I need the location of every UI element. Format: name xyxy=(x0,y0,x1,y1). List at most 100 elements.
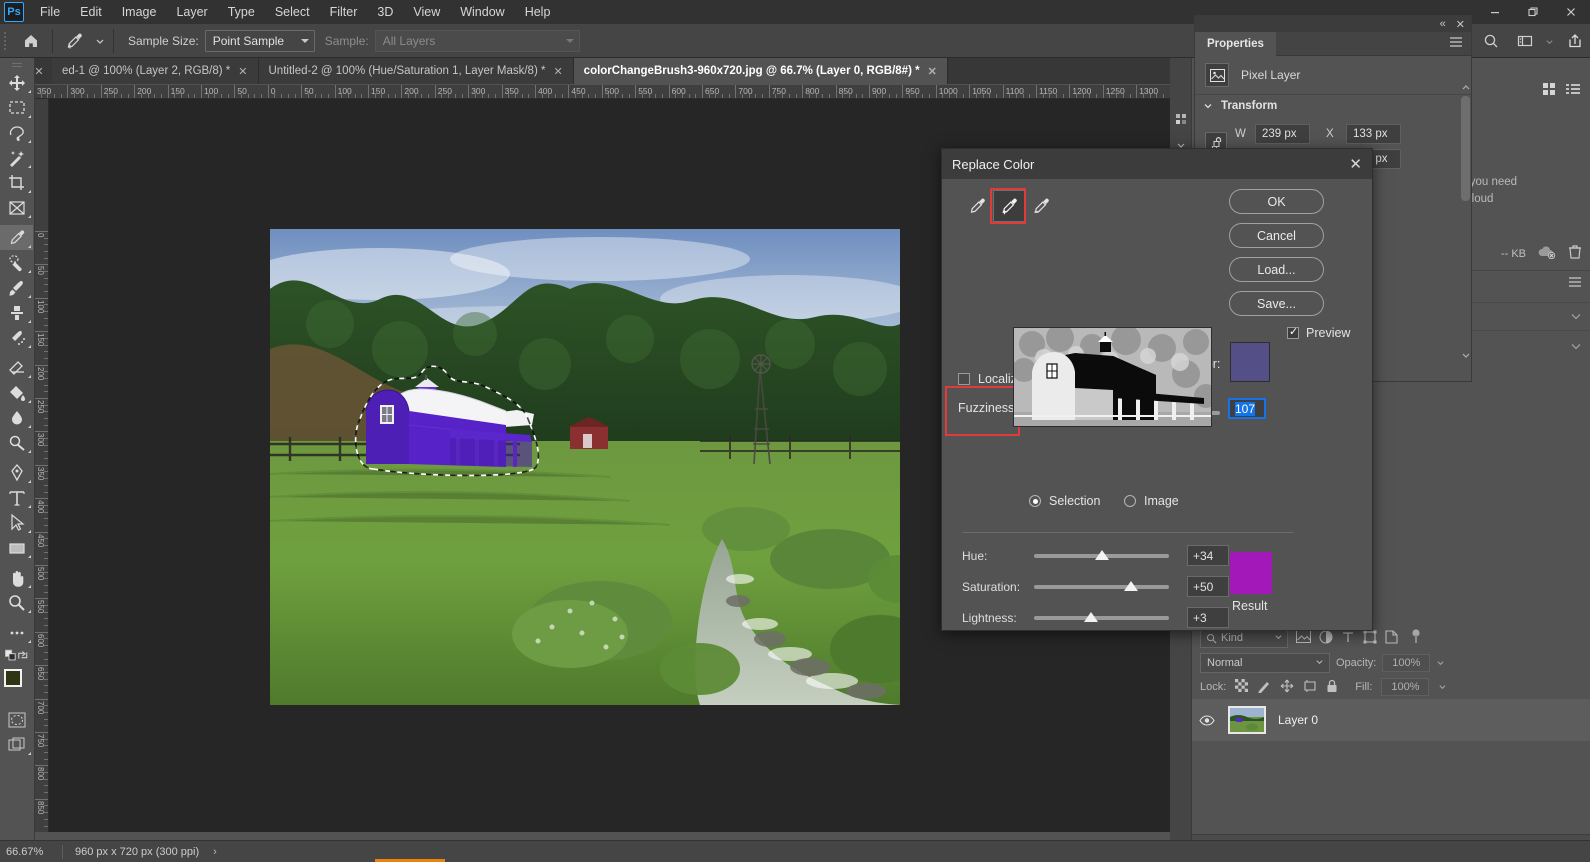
dialog-titlebar[interactable]: Replace Color ✕ xyxy=(942,149,1372,179)
mask-preview-thumbnail[interactable] xyxy=(1013,327,1212,427)
eraser-tool[interactable] xyxy=(0,355,33,380)
foreground-color-swatch[interactable] xyxy=(4,669,22,687)
scroll-down-arrow[interactable] xyxy=(1460,349,1471,363)
menu-view[interactable]: View xyxy=(403,0,450,24)
scroll-up-arrow[interactable] xyxy=(1460,80,1471,94)
blend-mode-select[interactable]: Normal xyxy=(1200,653,1330,673)
arrange-chevron-icon[interactable] xyxy=(1544,27,1556,55)
saturation-slider[interactable] xyxy=(1034,585,1169,589)
fill-chevron-icon[interactable] xyxy=(1438,680,1447,694)
restore-button[interactable] xyxy=(1514,0,1552,24)
menu-filter[interactable]: Filter xyxy=(320,0,368,24)
filter-toggle-switch[interactable] xyxy=(1410,629,1422,648)
layer-thumbnail[interactable] xyxy=(1228,706,1266,734)
spot-healing-tool[interactable] xyxy=(0,250,33,275)
document-image[interactable] xyxy=(270,229,900,705)
menu-edit[interactable]: Edit xyxy=(70,0,112,24)
lock-all-icon[interactable] xyxy=(1326,679,1338,696)
menu-window[interactable]: Window xyxy=(450,0,514,24)
filter-kind-select[interactable]: Kind xyxy=(1200,628,1288,648)
shape-filter-icon[interactable] xyxy=(1363,630,1377,647)
selection-radio-row[interactable]: Selection xyxy=(1029,494,1100,508)
blur-tool[interactable] xyxy=(0,405,33,430)
screen-mode-button[interactable] xyxy=(0,732,33,757)
rectangle-tool[interactable] xyxy=(0,535,33,560)
selection-radio[interactable] xyxy=(1029,495,1041,507)
rail-expand-icon[interactable] xyxy=(1170,106,1192,132)
libraries-panel-menu-icon[interactable] xyxy=(1568,276,1582,291)
path-selection-tool[interactable] xyxy=(0,510,33,535)
lightness-slider-thumb[interactable] xyxy=(1084,612,1098,622)
localized-color-clusters-checkbox[interactable] xyxy=(958,373,970,385)
marquee-tool[interactable] xyxy=(0,95,33,120)
menu-help[interactable]: Help xyxy=(515,0,561,24)
eyedropper-add-icon[interactable] xyxy=(57,27,91,55)
lock-transparent-icon[interactable] xyxy=(1235,679,1248,695)
layer-visibility-icon[interactable] xyxy=(1192,715,1222,726)
lock-image-icon[interactable] xyxy=(1257,679,1271,696)
saturation-slider-thumb[interactable] xyxy=(1124,581,1138,591)
preview-row[interactable]: Preview xyxy=(1287,326,1350,340)
cancel-button[interactable]: Cancel xyxy=(1229,223,1324,248)
eyedropper-subtract-icon[interactable] xyxy=(1026,191,1056,221)
eyedropper-add-icon[interactable] xyxy=(994,191,1024,221)
search-icon[interactable] xyxy=(1476,27,1506,55)
image-radio[interactable] xyxy=(1124,495,1136,507)
preview-checkbox[interactable] xyxy=(1287,327,1299,339)
color-swatches[interactable] xyxy=(0,667,33,701)
properties-scrollbar[interactable] xyxy=(1461,96,1470,201)
grid-view-icon[interactable] xyxy=(1542,82,1556,99)
width-field[interactable]: 239 px xyxy=(1255,124,1310,144)
type-tool[interactable] xyxy=(0,485,33,510)
edit-toolbar-button[interactable] xyxy=(0,620,33,645)
frame-tool[interactable] xyxy=(0,195,33,220)
layer-row[interactable]: Layer 0 xyxy=(1192,699,1590,741)
lightness-slider[interactable] xyxy=(1034,616,1169,620)
trash-icon[interactable] xyxy=(1568,244,1582,263)
properties-panel-menu-icon[interactable] xyxy=(1449,36,1471,51)
brush-tool[interactable] xyxy=(0,275,33,300)
lock-position-icon[interactable] xyxy=(1280,679,1294,696)
zoom-level[interactable]: 66.67% xyxy=(0,846,62,858)
result-swatch[interactable] xyxy=(1230,552,1272,594)
pen-tool[interactable] xyxy=(0,460,33,485)
minimize-button[interactable] xyxy=(1476,0,1514,24)
hue-slider-thumb[interactable] xyxy=(1095,550,1109,560)
cloud-off-icon[interactable] xyxy=(1538,245,1556,262)
magic-wand-tool[interactable] xyxy=(0,145,33,170)
dialog-close-icon[interactable]: ✕ xyxy=(1349,155,1362,173)
status-expand-arrow[interactable]: › xyxy=(213,846,217,858)
sample-size-select[interactable]: Point Sample xyxy=(205,30,315,52)
document-tab-close-icon-2[interactable]: ✕ xyxy=(928,65,937,78)
zoom-tool[interactable] xyxy=(0,590,33,615)
lightness-field[interactable]: +3 xyxy=(1187,607,1229,628)
opacity-chevron-icon[interactable] xyxy=(1436,656,1445,670)
tool-preset-chevron-icon[interactable] xyxy=(91,27,109,55)
hand-tool[interactable] xyxy=(0,565,33,590)
load-button[interactable]: Load... xyxy=(1229,257,1324,282)
color-swatch[interactable] xyxy=(1230,342,1270,382)
gradient-tool[interactable] xyxy=(0,380,33,405)
quick-mask-mode-button[interactable] xyxy=(0,707,33,732)
adjustment-filter-icon[interactable] xyxy=(1319,630,1333,647)
eyedropper-tool[interactable] xyxy=(0,225,33,250)
document-tab-0[interactable]: ed-1 @ 100% (Layer 2, RGB/8) *✕ xyxy=(52,58,259,84)
pixel-filter-icon[interactable] xyxy=(1296,630,1311,646)
eyedropper-icon[interactable] xyxy=(962,191,992,221)
menu-layer[interactable]: Layer xyxy=(166,0,217,24)
fill-field[interactable]: 100% xyxy=(1381,678,1429,696)
collapsed-panel-chevron-1[interactable] xyxy=(1570,310,1582,325)
menu-type[interactable]: Type xyxy=(218,0,265,24)
history-brush-tool[interactable] xyxy=(0,325,33,350)
hue-slider[interactable] xyxy=(1034,554,1169,558)
arrange-documents-icon[interactable] xyxy=(1510,27,1540,55)
collapsed-panel-chevron-2[interactable] xyxy=(1570,340,1582,355)
home-icon[interactable] xyxy=(14,27,48,55)
document-tab-close-icon-0[interactable]: ✕ xyxy=(238,65,247,78)
dodge-tool[interactable] xyxy=(0,430,33,455)
ok-button[interactable]: OK xyxy=(1229,189,1324,214)
move-tool[interactable] xyxy=(0,70,33,95)
save-button[interactable]: Save... xyxy=(1229,291,1324,316)
menu-image[interactable]: Image xyxy=(112,0,167,24)
lasso-tool[interactable] xyxy=(0,120,33,145)
